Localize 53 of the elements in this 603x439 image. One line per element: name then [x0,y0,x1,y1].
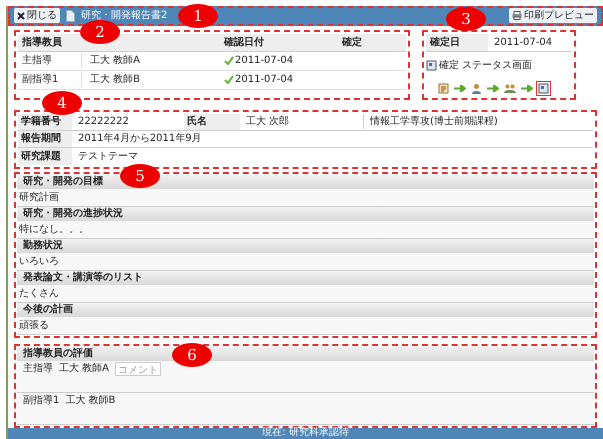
section-text: 研究計画 [18,190,60,205]
close-button[interactable]: 閉じる [14,8,60,24]
callout-number: 5 [120,164,160,188]
screen-icon [426,60,437,71]
column-header: 確認日付 [224,36,265,50]
field-value: 情報工学専攻(博士前期課程) [368,114,499,130]
callout-number: 4 [42,91,82,115]
arrow-icon [487,84,499,92]
person-icon [471,82,482,94]
close-icon [17,12,25,20]
workflow-step[interactable] [436,80,451,96]
field-value: 22222222 [77,115,130,130]
callout-number: 1 [178,4,218,28]
field-value: テストテーマ [77,150,139,164]
column-header: 確定 [342,35,363,50]
table-cell-text: 2011-07-04 [235,54,294,68]
section-heading: 発表論文・講演等のリスト [17,270,594,285]
field-label: 学籍番号 [18,114,72,130]
field-value: 2011-07-04 [493,36,554,50]
section-text: たくさん [18,286,60,301]
printer-icon [512,11,522,20]
table-cell-text: 工大 教師B [89,72,142,88]
status-text: 現在: 研究科承認待 [262,428,349,438]
section-text: 特になし。。。 [18,222,90,237]
section-text: いろいろ [18,254,60,269]
status-link[interactable]: 確定 ステータス画面 [426,58,572,73]
field-label: 報告期間 [18,130,72,147]
table-cell-text: 2011-07-04 [235,73,294,88]
arrow-icon [454,84,466,92]
group-icon [504,82,516,94]
section-heading: 今後の計画 [17,302,594,317]
evaluator-name: 工大 教師A [59,362,110,376]
screen-icon [538,82,549,94]
field-value: 工大 次郎 [240,114,364,130]
form-icon [438,82,449,94]
field-label: 確定日 [426,34,488,51]
evaluator-role: 副指導1 [23,394,60,408]
section-heading: 勤務状況 [17,238,594,253]
table-cell: 副指導1 [18,72,82,88]
field-value: 2011年4月から2011年9月 [77,132,203,146]
table-cell: 主指導 [18,53,82,68]
table-cell-text: 工大 教師A [89,54,142,68]
evaluator-role: 主指導 [23,362,53,376]
preview-button[interactable]: 印刷プレビュー [509,8,597,24]
evaluator-name: 工大 教師B [65,394,116,408]
section-heading: 研究・開発の進捗状況 [17,206,594,221]
field-label: 氏名 [184,114,240,130]
workflow-step[interactable] [536,80,551,96]
field-label: 研究課題 [18,148,72,165]
document-icon [66,10,75,22]
column-header: 指導教員 [20,35,63,50]
arrow-icon [521,84,533,92]
section-text: 頑張る [18,318,50,333]
